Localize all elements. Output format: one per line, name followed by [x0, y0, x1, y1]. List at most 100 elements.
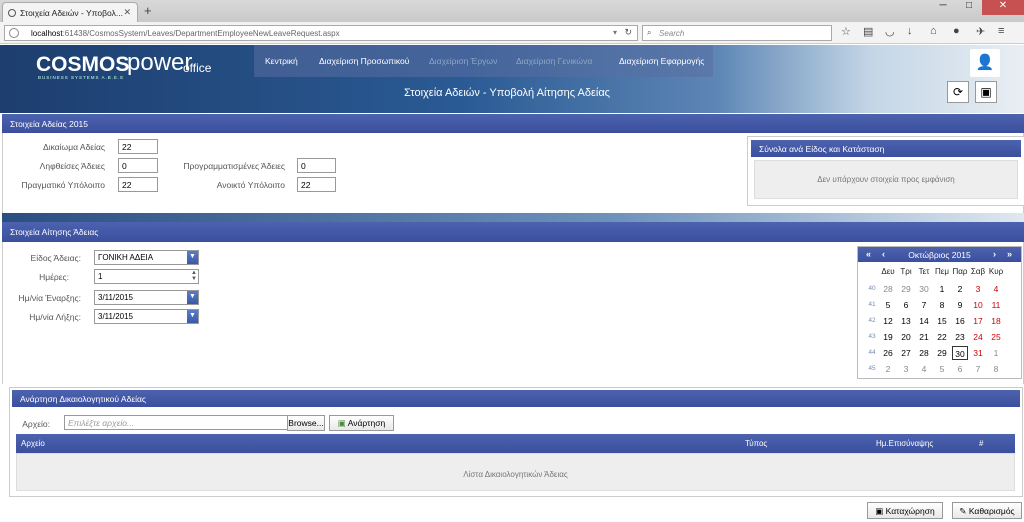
search-input[interactable]: ⌕ Search — [642, 25, 832, 41]
calendar-day[interactable]: 2 — [952, 282, 968, 296]
entitlement-label: Δικαίωμα Αδείας — [43, 142, 105, 152]
leave-type-select[interactable]: ΓΟΝΙΚΗ ΑΔΕΙΑ ▼ — [94, 250, 199, 265]
home-icon[interactable]: ⌂ — [930, 25, 937, 37]
calendar-day[interactable]: 14 — [916, 314, 932, 328]
calendar-day[interactable]: 24 — [970, 330, 986, 344]
entitlement-field[interactable]: 22 — [118, 139, 158, 154]
col-type[interactable]: Τύπος — [745, 439, 767, 448]
calendar-day[interactable]: 20 — [898, 330, 914, 344]
calendar-day[interactable]: 31 — [970, 346, 986, 360]
calendar-day[interactable]: 4 — [916, 362, 932, 376]
file-path-field[interactable]: Επιλέξτε αρχείο... — [64, 415, 288, 430]
calendar-day[interactable]: 29 — [898, 282, 914, 296]
pocket-icon[interactable]: ◡ — [885, 25, 895, 38]
calendar-day[interactable]: 5 — [880, 298, 896, 312]
calendar-day[interactable]: 5 — [934, 362, 950, 376]
menu-icon[interactable]: ≡ — [998, 25, 1004, 37]
end-date-picker[interactable]: 3/11/2015 ▼ — [94, 309, 199, 324]
extension-icon[interactable]: ✈ — [976, 25, 985, 38]
col-actions[interactable]: # — [979, 439, 983, 448]
site-info-icon[interactable] — [9, 28, 19, 38]
calendar: « ‹ Οκτώβριος 2015 › » Δευ Τρι Τετ Πεμ Π… — [857, 246, 1022, 379]
calendar-day[interactable]: 12 — [880, 314, 896, 328]
minimize-icon[interactable]: ─ — [930, 0, 956, 15]
calendar-day[interactable]: 10 — [970, 298, 986, 312]
chevron-down-icon[interactable]: ▼ — [187, 251, 198, 264]
calendar-day[interactable]: 13 — [898, 314, 914, 328]
calendar-day[interactable]: 7 — [970, 362, 986, 376]
calendar-day[interactable]: 15 — [934, 314, 950, 328]
calendar-day[interactable]: 28 — [916, 346, 932, 360]
calendar-day[interactable]: 8 — [934, 298, 950, 312]
nav-item-home[interactable]: Κεντρική — [265, 56, 298, 66]
bookmark-star-icon[interactable]: ☆ — [841, 25, 851, 38]
browse-button[interactable]: Browse... — [287, 415, 325, 431]
save-icon[interactable]: ▣ — [975, 81, 997, 103]
calendar-day[interactable]: 19 — [880, 330, 896, 344]
calendar-day[interactable]: 17 — [970, 314, 986, 328]
calendar-day[interactable]: 6 — [952, 362, 968, 376]
floppy-icon: ▣ — [875, 506, 884, 516]
start-date-picker[interactable]: 3/11/2015 ▼ — [94, 290, 199, 305]
reading-list-icon[interactable]: ▤ — [863, 25, 873, 38]
documents-table-header: Αρχείο Τύπος Ημ.Επισύναψης # — [16, 434, 1015, 453]
window-close-icon[interactable]: ✕ — [982, 0, 1024, 15]
calendar-day[interactable]: 1 — [934, 282, 950, 296]
upload-button[interactable]: ▣ Ανάρτηση — [329, 415, 394, 431]
calendar-day[interactable]: 3 — [970, 282, 986, 296]
calendar-day[interactable]: 4 — [988, 282, 1004, 296]
download-icon[interactable]: ↓ — [907, 25, 913, 37]
address-bar[interactable]: localhost:61438/CosmosSystem/Leaves/Depa… — [4, 25, 638, 41]
calendar-day[interactable]: 23 — [952, 330, 968, 344]
days-stepper[interactable]: 1 ▲ ▼ — [94, 269, 199, 284]
calendar-day[interactable]: 27 — [898, 346, 914, 360]
tab-close-icon[interactable]: ✕ — [123, 7, 131, 18]
browser-tab[interactable]: Στοιχεία Αδειών - Υποβολ... ✕ — [2, 2, 138, 22]
actual-balance-label: Πραγματικό Υπόλοιπο — [21, 180, 105, 190]
calendar-day[interactable]: 1 — [988, 346, 1004, 360]
nav-item-personnel[interactable]: Διαχείριση Προσωπικού — [319, 56, 409, 66]
reload-icon[interactable]: ↻ — [624, 27, 632, 38]
user-icon[interactable]: 👤 — [970, 49, 1000, 77]
calendar-day[interactable]: 3 — [898, 362, 914, 376]
save-button[interactable]: ▣ Καταχώρηση — [867, 502, 943, 519]
calendar-day[interactable]: 28 — [880, 282, 896, 296]
taken-field[interactable]: 0 — [118, 158, 158, 173]
chevron-down-icon[interactable]: ▼ — [187, 291, 198, 304]
scheduled-field[interactable]: 0 — [297, 158, 336, 173]
open-balance-label: Ανοικτό Υπόλοιπο — [216, 180, 285, 190]
days-label: Ημέρες: — [39, 272, 69, 282]
next-month-icon[interactable]: › — [993, 249, 996, 259]
calendar-day[interactable]: 22 — [934, 330, 950, 344]
calendar-day[interactable]: 16 — [952, 314, 968, 328]
calendar-day[interactable]: 21 — [916, 330, 932, 344]
tab-title: Στοιχεία Αδειών - Υποβολ... — [20, 8, 123, 18]
calendar-day[interactable]: 29 — [934, 346, 950, 360]
weekday-label: Τετ — [918, 267, 930, 276]
new-tab-icon[interactable]: + — [144, 3, 152, 18]
refresh-icon[interactable]: ⟳ — [947, 81, 969, 103]
calendar-day[interactable]: 7 — [916, 298, 932, 312]
calendar-day[interactable]: 26 — [880, 346, 896, 360]
calendar-day[interactable]: 25 — [988, 330, 1004, 344]
calendar-day[interactable]: 8 — [988, 362, 1004, 376]
calendar-day[interactable]: 2 — [880, 362, 896, 376]
next-year-icon[interactable]: » — [1007, 249, 1012, 259]
chevron-down-icon[interactable]: ▼ — [187, 310, 198, 323]
calendar-day[interactable]: 6 — [898, 298, 914, 312]
chat-icon[interactable]: ● — [953, 25, 960, 37]
calendar-day[interactable]: 9 — [952, 298, 968, 312]
actual-balance-field[interactable]: 22 — [118, 177, 158, 192]
col-attach-date[interactable]: Ημ.Επισύναψης — [876, 439, 933, 448]
calendar-day[interactable]: 30 — [916, 282, 932, 296]
clear-button[interactable]: ✎ Καθαρισμός — [952, 502, 1022, 519]
calendar-day[interactable]: 11 — [988, 298, 1004, 312]
calendar-day[interactable]: 30 — [952, 346, 968, 360]
calendar-day[interactable]: 18 — [988, 314, 1004, 328]
nav-item-application[interactable]: Διαχείριση Εφαρμογής — [619, 56, 704, 66]
dropdown-arrow-icon[interactable]: ▾ — [613, 28, 617, 37]
open-balance-field[interactable]: 22 — [297, 177, 336, 192]
stepper-arrows-icon[interactable]: ▲ ▼ — [191, 270, 197, 282]
col-file[interactable]: Αρχείο — [21, 439, 45, 448]
maximize-icon[interactable]: □ — [956, 0, 982, 15]
